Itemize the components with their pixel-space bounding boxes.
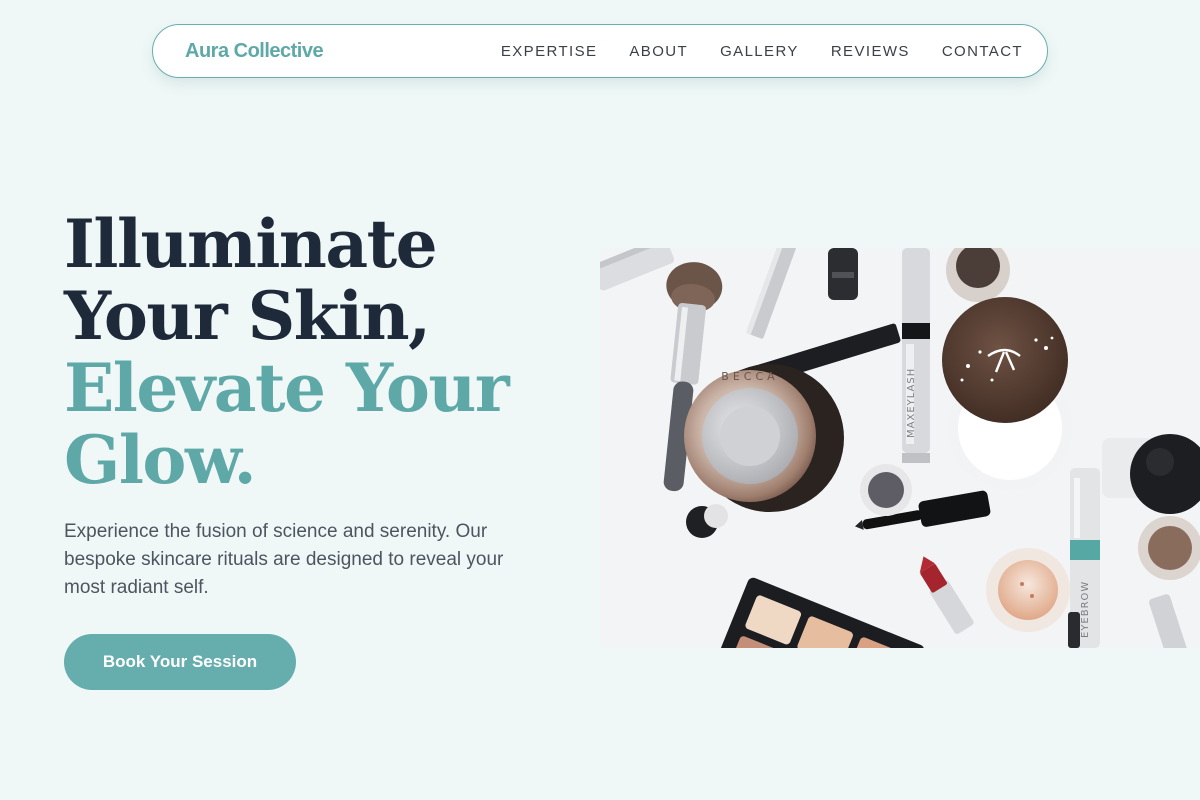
headline-line-4: Glow.	[64, 421, 257, 499]
nav-link-gallery[interactable]: GALLERY	[720, 43, 799, 60]
tube-label-eyebrow: EYEBROW	[1080, 581, 1091, 638]
nav-link-about[interactable]: ABOUT	[629, 43, 688, 60]
hero-image: BECCA MAXEYLASH EYEBROW	[600, 248, 1200, 648]
compact-brand-text: BECCA	[721, 370, 778, 383]
brand-logo[interactable]: Aura Collective	[185, 40, 324, 63]
nav-link-reviews[interactable]: REVIEWS	[831, 43, 910, 60]
headline-line-3: Elevate Your	[64, 349, 510, 427]
headline-line-1: Illuminate	[64, 205, 438, 283]
nav-link-expertise[interactable]: EXPERTISE	[501, 43, 598, 60]
book-session-button[interactable]: Book Your Session	[64, 634, 296, 690]
tube-label-maxeylash: MAXEYLASH	[906, 368, 917, 438]
hero-headline: Illuminate Your Skin, Elevate Your Glow.	[64, 208, 584, 496]
makeup-flatlay-illustration: BECCA MAXEYLASH EYEBROW	[600, 248, 1200, 648]
nav-menu: EXPERTISE ABOUT GALLERY REVIEWS CONTACT	[469, 43, 1023, 60]
headline-line-2: Your Skin,	[64, 277, 431, 355]
top-nav: Aura Collective EXPERTISE ABOUT GALLERY …	[152, 24, 1048, 78]
hero-description: Experience the fusion of science and ser…	[64, 521, 504, 598]
nav-link-contact[interactable]: CONTACT	[942, 43, 1023, 60]
